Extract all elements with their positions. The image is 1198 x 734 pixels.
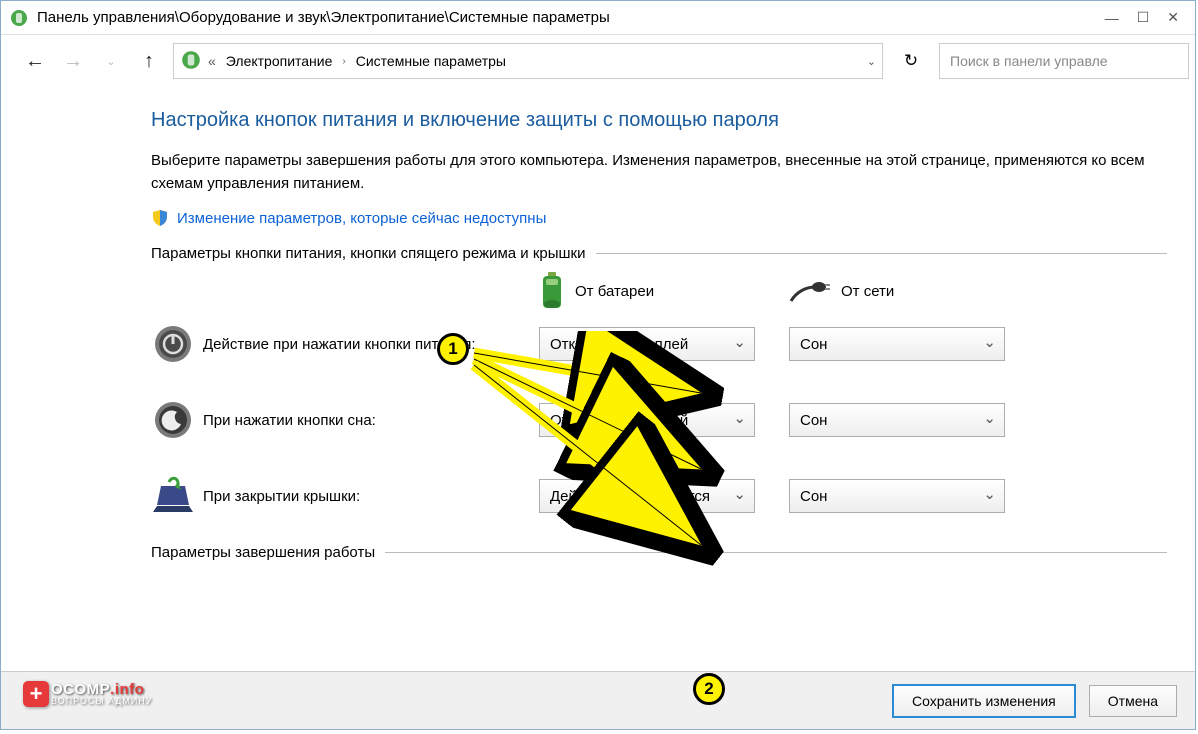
maximize-button[interactable]: ☐ [1137, 9, 1150, 26]
breadcrumb-item-2[interactable]: Системные параметры [352, 51, 510, 71]
breadcrumb-item-1[interactable]: Электропитание [222, 51, 337, 71]
combo-power-battery[interactable]: Отключить дисплей [539, 327, 755, 361]
nav-forward-button[interactable]: → [59, 47, 87, 75]
dialog-footer: Сохранить изменения Отмена [1, 671, 1195, 729]
column-mains: От сети [789, 272, 1039, 310]
close-button[interactable]: ✕ [1167, 9, 1179, 26]
combo-lid-battery[interactable]: Действие не требуется [539, 479, 755, 513]
column-battery: От батареи [539, 272, 789, 310]
page-title: Настройка кнопок питания и включение защ… [151, 109, 1167, 132]
row-lid-close: При закрытии крышки: Действие не требует… [151, 474, 1167, 518]
combo-sleep-mains[interactable]: Сон [789, 403, 1005, 437]
section-buttons-sleep-lid: Параметры кнопки питания, кнопки спящего… [151, 245, 1167, 262]
nav-history-dropdown[interactable]: ⌄ [97, 47, 125, 75]
annotation-marker-2: 2 [693, 673, 725, 705]
nav-up-button[interactable]: ↑ [135, 47, 163, 75]
chevron-right-icon: › [342, 56, 345, 67]
nav-bar: ← → ⌄ ↑ « Электропитание › Системные пар… [1, 35, 1195, 87]
combo-lid-mains[interactable]: Сон [789, 479, 1005, 513]
row-sleep-button: При нажатии кнопки сна: Отключить диспле… [151, 398, 1167, 442]
search-input[interactable]: Поиск в панели управле [939, 43, 1189, 79]
window-title: Панель управления\Оборудование и звук\Эл… [37, 9, 1105, 26]
search-placeholder: Поиск в панели управле [950, 53, 1108, 69]
nav-back-button[interactable]: ← [21, 47, 49, 75]
change-unavailable-settings-link[interactable]: Изменение параметров, которые сейчас нед… [151, 209, 1167, 227]
save-button[interactable]: Сохранить изменения [893, 685, 1075, 717]
battery-icon [539, 272, 565, 310]
plus-icon: + [23, 681, 49, 707]
annotation-marker-1: 1 [437, 333, 469, 365]
section-shutdown-settings: Параметры завершения работы [151, 544, 1167, 561]
minimize-button[interactable]: — [1105, 10, 1119, 26]
title-bar: Панель управления\Оборудование и звук\Эл… [1, 1, 1195, 35]
combo-sleep-battery[interactable]: Отключить дисплей [539, 403, 755, 437]
breadcrumb[interactable]: « Электропитание › Системные параметры ⌄ [173, 43, 883, 79]
row-label: При закрытии крышки: [203, 486, 539, 507]
breadcrumb-dropdown[interactable]: ⌄ [867, 55, 876, 68]
control-panel-icon [9, 8, 29, 28]
shield-link-label: Изменение параметров, которые сейчас нед… [177, 210, 546, 227]
cancel-button[interactable]: Отмена [1089, 685, 1177, 717]
laptop-lid-icon [151, 474, 195, 518]
watermark-logo: + OCOMP.info ВОПРОСЫ АДМИНУ [23, 681, 153, 707]
power-button-icon [151, 322, 195, 366]
page-description: Выберите параметры завершения работы для… [151, 150, 1167, 195]
refresh-button[interactable]: ↻ [893, 43, 929, 79]
row-label: При нажатии кнопки сна: [203, 410, 539, 431]
plug-icon [789, 279, 831, 303]
sleep-button-icon [151, 398, 195, 442]
row-power-button: Действие при нажатии кнопки питания: Отк… [151, 322, 1167, 366]
power-options-icon [180, 49, 202, 74]
combo-power-mains[interactable]: Сон [789, 327, 1005, 361]
row-label: Действие при нажатии кнопки питания: [203, 334, 539, 355]
shield-icon [151, 209, 169, 227]
breadcrumb-ellipsis[interactable]: « [208, 53, 216, 69]
